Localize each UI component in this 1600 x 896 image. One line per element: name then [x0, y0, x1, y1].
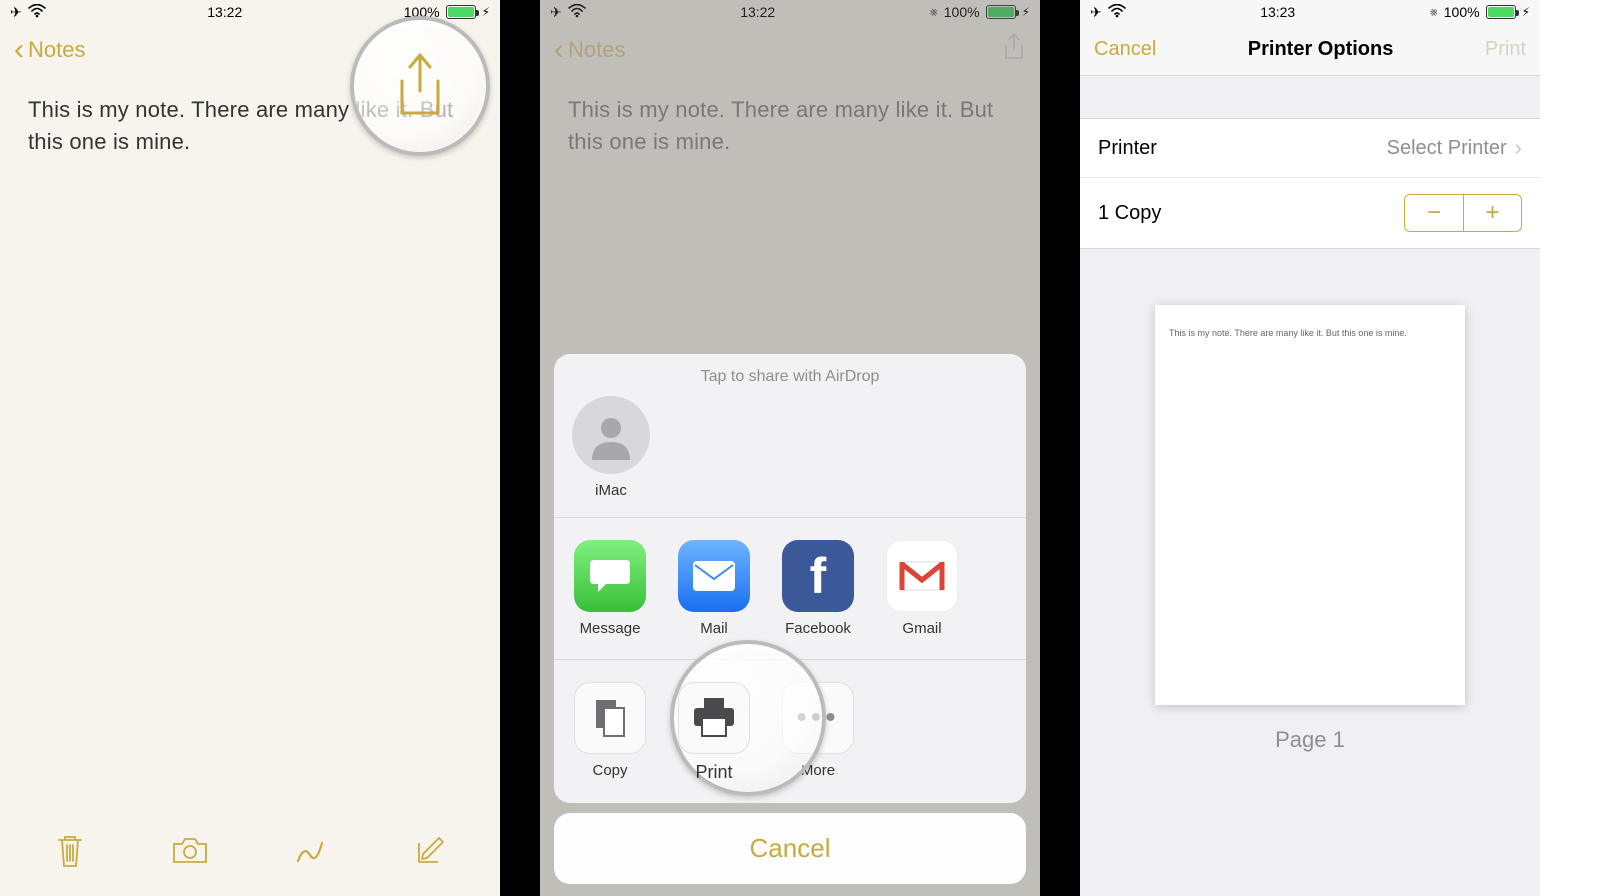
action-label: Print: [695, 762, 732, 783]
copies-row: 1 Copy − +: [1080, 177, 1540, 248]
panel-printer-options: ✈ 13:23 ⨳ 100% ⚡︎ Cancel Printer Options…: [1080, 0, 1540, 896]
airdrop-title: Tap to share with AirDrop: [554, 354, 1026, 392]
wifi-icon: [1108, 4, 1126, 21]
action-print[interactable]: Print: [676, 682, 752, 783]
sketch-icon[interactable]: [290, 831, 330, 871]
page-title: Printer Options: [1248, 38, 1394, 61]
panel-notes: ✈ 13:22 100% ⚡︎ ‹ Notes This is my note.…: [0, 0, 500, 896]
airdrop-contact[interactable]: iMac: [572, 396, 650, 499]
app-facebook[interactable]: f Facebook: [780, 540, 856, 637]
cancel-label: Cancel: [750, 833, 831, 863]
status-time: 13:23: [1260, 4, 1295, 20]
printer-label: Printer: [1098, 137, 1157, 160]
app-gmail[interactable]: Gmail: [884, 540, 960, 637]
share-icon[interactable]: [392, 51, 448, 121]
apps-row: Message Mail f Facebook: [554, 518, 1026, 660]
status-time: 13:22: [207, 4, 242, 20]
mail-icon: [678, 540, 750, 612]
printer-row[interactable]: Printer Select Printer ›: [1080, 119, 1540, 177]
page-label: Page 1: [1275, 727, 1345, 753]
app-label: Gmail: [902, 620, 941, 637]
preview-area: This is my note. There are many like it.…: [1080, 249, 1540, 753]
compose-icon[interactable]: [410, 831, 450, 871]
back-label: Notes: [28, 37, 85, 63]
app-label: Mail: [700, 620, 728, 637]
highlight-share: [350, 16, 490, 156]
charging-icon: ⚡︎: [482, 5, 490, 19]
contact-name: iMac: [595, 482, 627, 499]
more-icon: •••: [782, 682, 854, 754]
divider: [1040, 0, 1080, 896]
trash-icon[interactable]: [50, 831, 90, 871]
print-icon: [678, 682, 750, 754]
nav-bar: Cancel Printer Options Print: [1080, 24, 1540, 76]
facebook-icon: f: [782, 540, 854, 612]
app-label: Message: [580, 620, 641, 637]
avatar-icon: [572, 396, 650, 474]
page-preview[interactable]: This is my note. There are many like it.…: [1155, 305, 1465, 705]
share-sheet: Tap to share with AirDrop iMac Message: [554, 354, 1026, 884]
airplane-icon: ✈: [10, 4, 22, 21]
action-label: Copy: [592, 762, 627, 779]
divider: [500, 0, 540, 896]
wifi-icon: [28, 4, 46, 21]
bluetooth-icon: ⨳: [1430, 4, 1438, 20]
bottom-toolbar: [0, 806, 500, 896]
print-button[interactable]: Print: [1485, 38, 1526, 61]
copies-label: 1 Copy: [1098, 202, 1161, 225]
stepper-plus[interactable]: +: [1463, 195, 1521, 231]
chevron-left-icon: ‹: [14, 35, 24, 65]
actions-row: Copy Print ••• More: [554, 660, 1026, 803]
status-bar: ✈ 13:23 ⨳ 100% ⚡︎: [1080, 0, 1540, 24]
cancel-button[interactable]: Cancel: [554, 813, 1026, 884]
preview-text: This is my note. There are many like it.…: [1169, 327, 1451, 340]
chevron-right-icon: ›: [1515, 135, 1522, 161]
charging-icon: ⚡︎: [1522, 5, 1530, 19]
battery-icon: [446, 5, 476, 19]
airdrop-row: iMac: [554, 392, 1026, 518]
camera-icon[interactable]: [170, 831, 210, 871]
gmail-icon: [886, 540, 958, 612]
printer-value: Select Printer: [1387, 137, 1507, 160]
copy-icon: [574, 682, 646, 754]
action-more[interactable]: ••• More: [780, 682, 856, 783]
share-card: Tap to share with AirDrop iMac Message: [554, 354, 1026, 803]
airplane-icon: ✈: [1090, 4, 1102, 21]
panel-share-sheet: ✈ 13:22 ⨳ 100% ⚡︎ ‹ Notes This is my not…: [540, 0, 1040, 896]
action-label: More: [801, 762, 835, 779]
message-icon: [574, 540, 646, 612]
back-button[interactable]: ‹ Notes: [14, 35, 85, 65]
app-mail[interactable]: Mail: [676, 540, 752, 637]
app-label: Facebook: [785, 620, 851, 637]
battery-pct: 100%: [1444, 4, 1480, 20]
app-message[interactable]: Message: [572, 540, 648, 637]
stepper-minus[interactable]: −: [1405, 195, 1463, 231]
battery-icon: [1486, 5, 1516, 19]
action-copy[interactable]: Copy: [572, 682, 648, 783]
settings-list: Printer Select Printer › 1 Copy − +: [1080, 118, 1540, 249]
copies-stepper: − +: [1404, 194, 1522, 232]
cancel-button[interactable]: Cancel: [1094, 38, 1156, 61]
